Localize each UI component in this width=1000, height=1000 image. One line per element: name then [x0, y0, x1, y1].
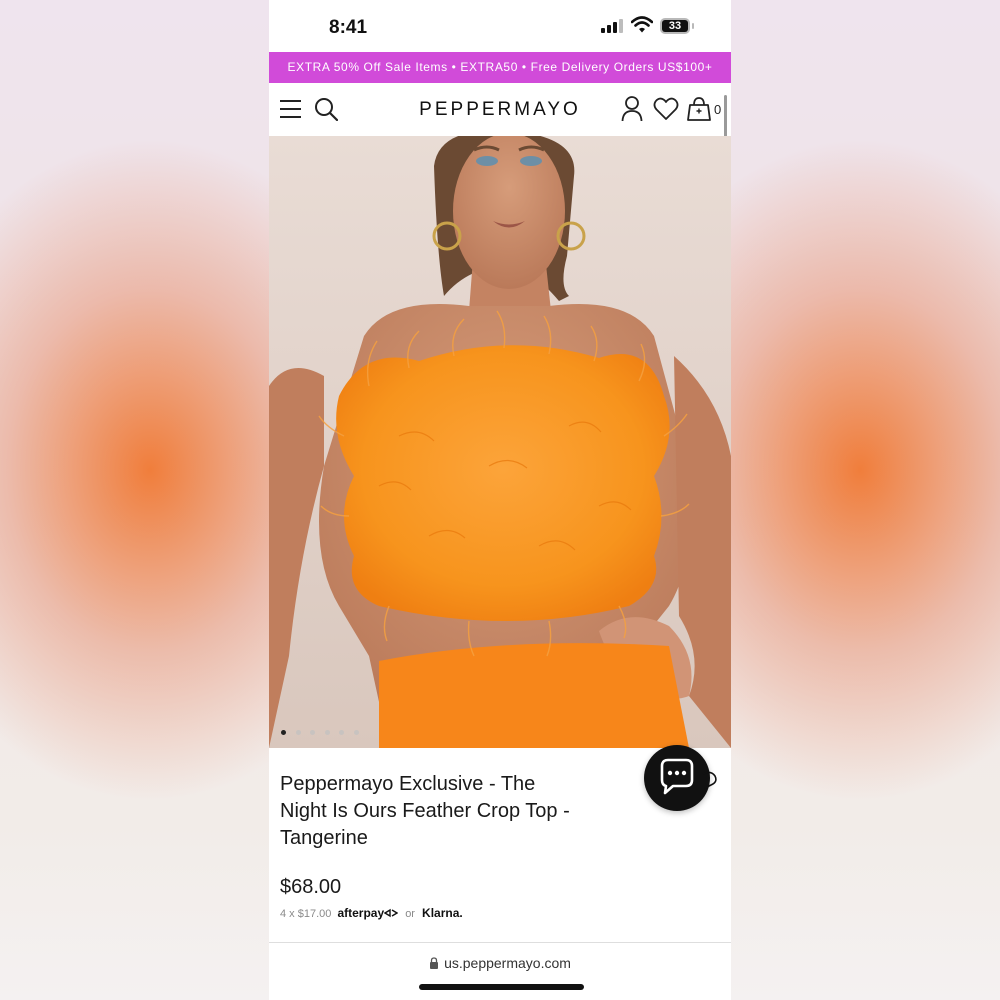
carousel-dot[interactable] — [353, 730, 359, 735]
klarna-logo[interactable]: Klarna. — [422, 906, 463, 920]
promo-banner[interactable]: EXTRA 50% Off Sale Items • EXTRA50 • Fre… — [269, 52, 731, 83]
battery-level: 33 — [662, 20, 688, 32]
battery-icon: 33 — [660, 18, 690, 34]
home-indicator[interactable] — [419, 984, 584, 990]
carousel-dot[interactable] — [339, 730, 344, 735]
carousel-dot[interactable] — [324, 730, 330, 735]
product-image[interactable] — [269, 136, 731, 748]
brand-logo[interactable]: PEPPERMAYO — [415, 99, 585, 121]
or-label: or — [405, 908, 415, 920]
chat-bubble-outline-icon — [702, 771, 717, 790]
carousel-dot[interactable] — [295, 730, 301, 735]
url-bar[interactable]: us.peppermayo.com — [269, 955, 731, 971]
installment-row: 4 x $17.00 afterpay or Klarna. — [280, 906, 463, 922]
carousel-dot[interactable] — [310, 730, 315, 735]
account-icon[interactable] — [621, 96, 643, 122]
product-price: $68.00 — [280, 876, 342, 898]
installment-amount: 4 x $17.00 — [280, 908, 332, 920]
afterpay-arrows-icon — [383, 908, 399, 918]
bag-icon[interactable] — [687, 96, 711, 122]
phone-screen: 8:41 33 EXTRA 50% Off Sale Items • EXTRA… — [269, 0, 731, 1000]
lock-icon — [430, 957, 439, 969]
status-bar: 8:41 33 — [269, 0, 731, 52]
afterpay-logo[interactable]: afterpay — [337, 906, 384, 920]
menu-icon[interactable] — [280, 100, 301, 118]
site-header: PEPPERMAYO 0 — [269, 83, 731, 136]
battery-cap — [692, 23, 694, 29]
carousel-dot[interactable] — [281, 730, 286, 735]
divider — [269, 942, 731, 943]
signal-icon — [601, 19, 623, 33]
bag-count: 0 — [714, 102, 722, 117]
heart-icon[interactable] — [653, 97, 679, 121]
status-time: 8:41 — [329, 17, 368, 38]
wifi-icon — [631, 16, 653, 33]
url-text: us.peppermayo.com — [444, 955, 571, 971]
search-icon[interactable] — [314, 97, 338, 121]
product-title: Peppermayo Exclusive - The Night Is Ours… — [280, 773, 570, 849]
product-photo — [269, 136, 731, 748]
